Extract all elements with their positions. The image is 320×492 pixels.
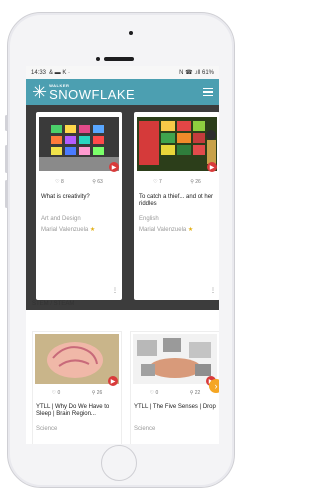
card-author: Marial Valenzuela ★ (41, 226, 95, 233)
author-name: Marial Valenzuela (41, 227, 89, 233)
star-icon: ★ (89, 227, 96, 233)
resource-card[interactable]: ▶ ♡ 0 ⚲ 22 YTLL | The Five Senses | Drop… (130, 331, 219, 444)
likes[interactable]: ♡ 0 (52, 390, 61, 396)
user-icon: ⚲ (91, 390, 96, 396)
volume-up-button (5, 145, 8, 173)
author-name: Marial Valenzuela (139, 227, 187, 233)
heart-icon: ♡ (149, 390, 155, 396)
card-author: Marial Valenzuela ★ (139, 226, 193, 233)
card-subject: Science (134, 426, 156, 432)
user-icon: ⚲ (92, 179, 96, 185)
home-button[interactable] (101, 445, 137, 481)
more-icon[interactable]: ⋮ (210, 287, 216, 294)
more-icon[interactable]: ⋮ (112, 287, 118, 294)
views: ⚲ 26 (190, 179, 201, 185)
volume-down-button (5, 180, 8, 208)
featured-carousel: ▶ ♡ 8 ⚲ 63 What is creativity? Art and D… (26, 105, 219, 310)
views-count: 22 (194, 390, 201, 396)
card-subject: Science (36, 426, 58, 432)
card-thumbnail (133, 334, 217, 384)
user-icon: ⚲ (190, 179, 194, 185)
video-badge-icon: ▶ (109, 162, 119, 172)
heart-icon: ♡ (55, 179, 60, 185)
views: ⚲ 26 (92, 390, 103, 396)
likes[interactable]: ♡ 0 (150, 390, 159, 396)
status-time: 14:33 (31, 69, 47, 76)
resource-card[interactable]: ▶ ♡ 0 ⚲ 26 YTLL | Why Do We Have to Slee… (32, 331, 122, 444)
user-icon: ⚲ (189, 390, 194, 396)
video-badge-icon: ▶ (207, 162, 217, 172)
views: ⚲ 63 (92, 179, 103, 185)
card-title[interactable]: YTLL | The Five Senses | Drop (134, 404, 218, 411)
status-bar: 14:33 & ▬ K · N ☎ .ıll 61% (26, 66, 219, 79)
video-badge-icon: ▶ (108, 376, 118, 386)
card-subject: English (139, 216, 159, 222)
section-title: STEM / STEAM (32, 301, 75, 307)
sensor-dot (96, 57, 100, 61)
status-right-icons: N ☎ .ıll 61% (179, 70, 214, 76)
resource-card[interactable]: ▶ ♡ 7 ⚲ 26 To catch a thief... and ot he… (134, 112, 219, 300)
likes[interactable]: ♡ 8 (55, 179, 64, 185)
views-count: 26 (195, 179, 201, 185)
brand-main: SNOWFLAKE (49, 86, 136, 102)
views-count: 26 (96, 390, 103, 396)
card-thumbnail (35, 334, 119, 384)
likes-count: 7 (159, 179, 162, 185)
card-title[interactable]: YTLL | Why Do We Have to Sleep | Brain R… (36, 404, 120, 418)
star-icon: ★ (187, 227, 194, 233)
card-title[interactable]: To catch a thief... and ot her riddles (139, 194, 217, 208)
front-camera (129, 31, 133, 35)
mute-switch (5, 115, 8, 131)
app-header: ✳ WALKER SNOWFLAKE (26, 79, 219, 105)
hamburger-icon[interactable] (203, 88, 213, 96)
earpiece-speaker (104, 57, 134, 61)
status-left-icons: & ▬ K · (49, 69, 71, 76)
app-screen: 14:33 & ▬ K · N ☎ .ıll 61% ✳ WALKER SNOWF… (26, 66, 219, 444)
chevron-right-icon[interactable]: › (209, 379, 219, 393)
likes-count: 0 (155, 390, 159, 396)
views-count: 63 (97, 179, 103, 185)
likes-count: 8 (61, 179, 64, 185)
resource-card[interactable]: ▶ ♡ 8 ⚲ 63 What is creativity? Art and D… (36, 112, 122, 300)
card-thumbnail (137, 117, 217, 171)
brand-logo[interactable]: ✳ WALKER SNOWFLAKE (32, 83, 135, 101)
likes[interactable]: ♡ 7 (153, 179, 162, 185)
card-thumbnail (39, 117, 119, 171)
heart-icon: ♡ (51, 390, 57, 396)
card-title[interactable]: What is creativity? (41, 194, 119, 201)
views: ⚲ 22 (190, 390, 201, 396)
snowflake-icon: ✳ (32, 82, 48, 102)
heart-icon: ♡ (153, 179, 158, 185)
card-subject: Art and Design (41, 216, 81, 222)
likes-count: 0 (57, 390, 61, 396)
